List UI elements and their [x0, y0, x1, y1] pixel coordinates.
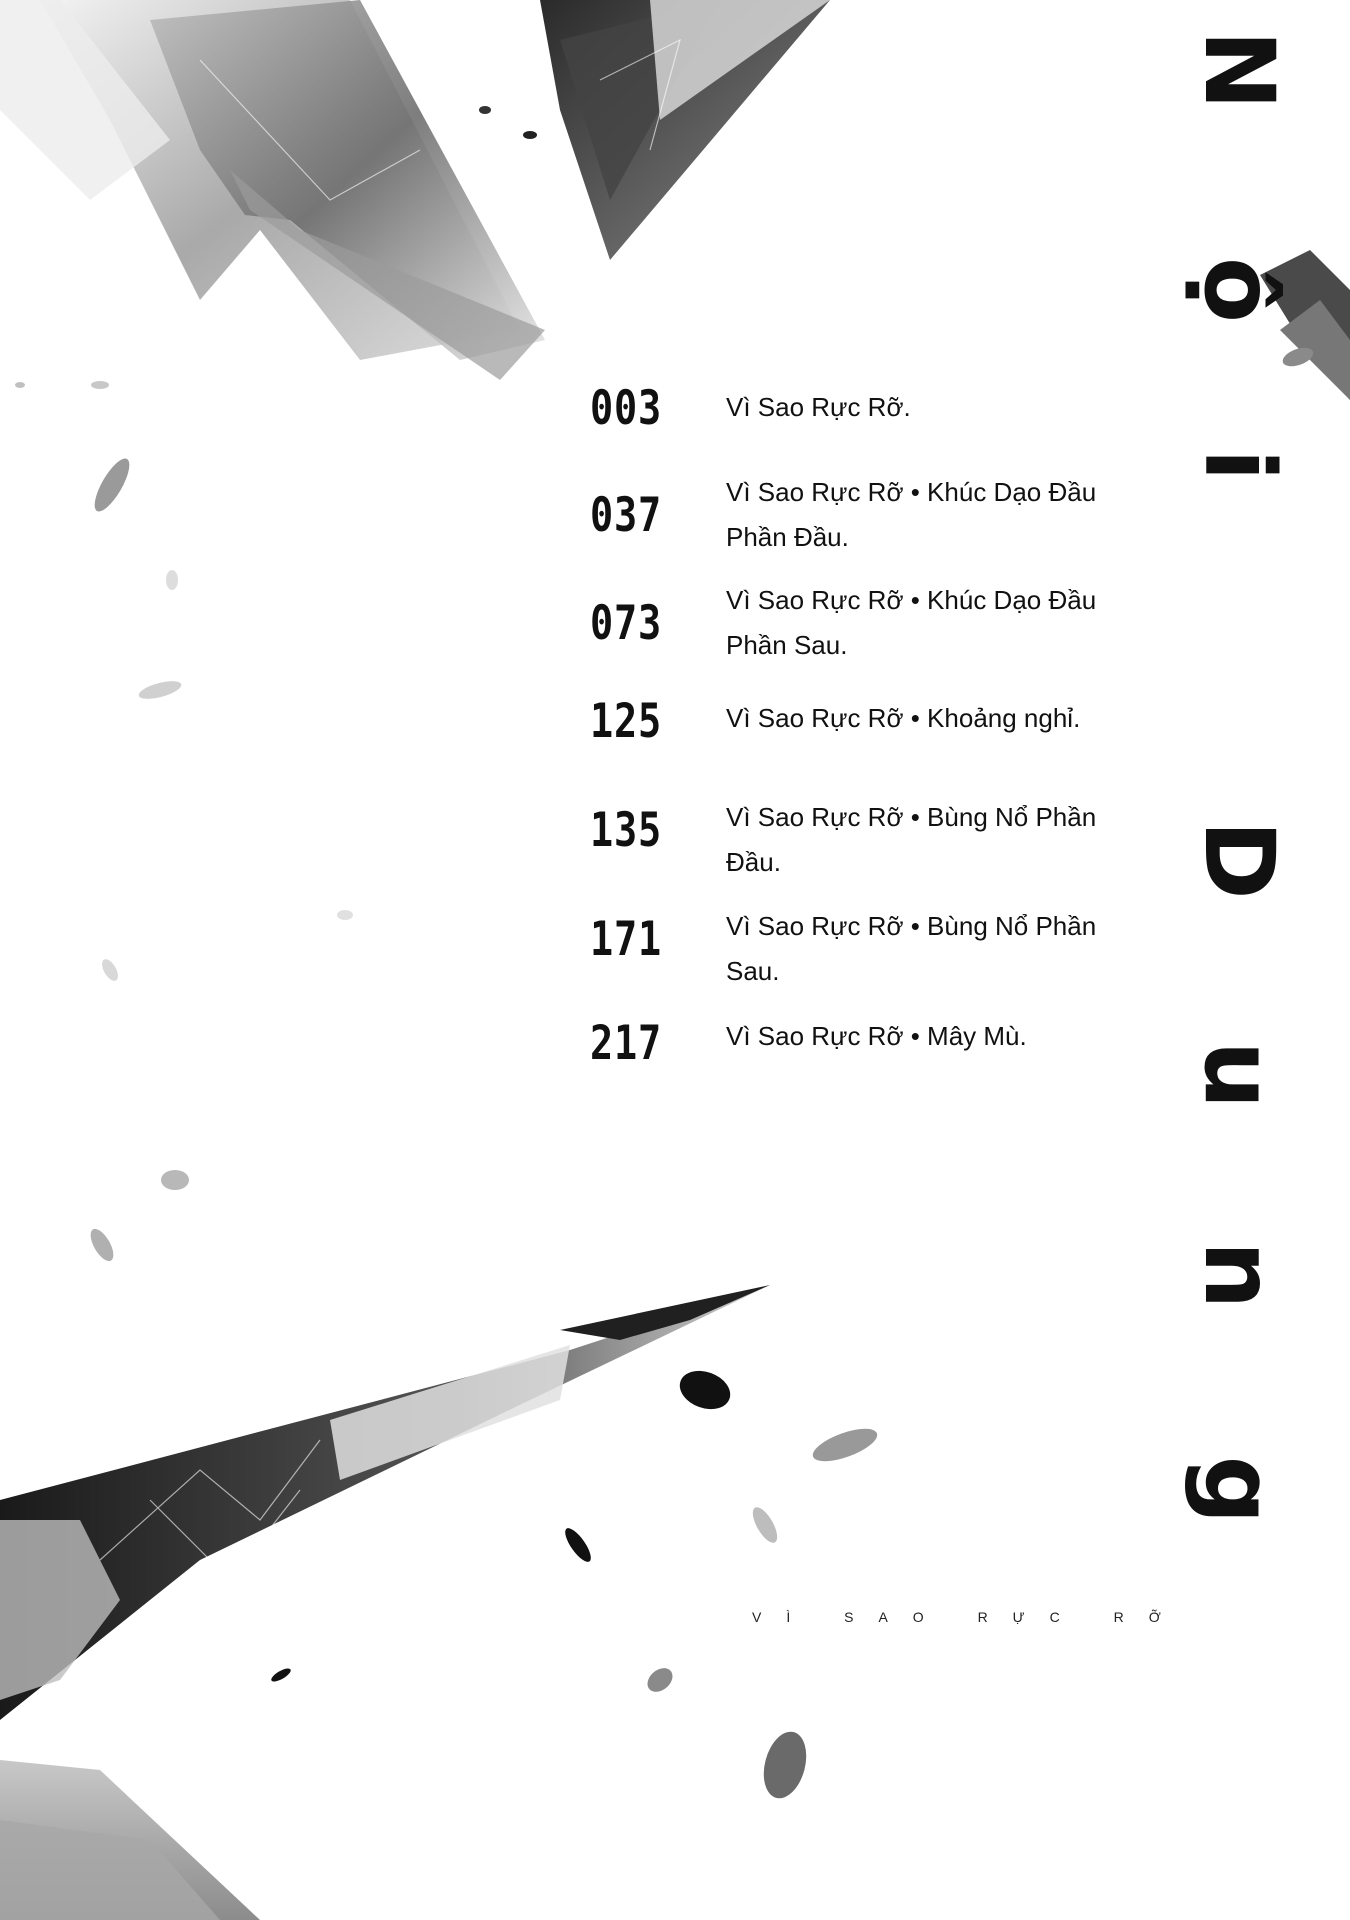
series-caption: VÌ SAO RỰC RỠ [752, 1609, 1186, 1625]
toc-chapter-title: Vì Sao Rực Rỡ • Khúc Dạo Đầu Phần Sau. [726, 585, 1097, 660]
vertical-title-letter: ộ [1183, 257, 1295, 323]
toc-page-number: 125 [590, 694, 663, 749]
vertical-title-letter: u [1183, 1040, 1295, 1110]
toc-chapter-title: Vì Sao Rực Rỡ • Bùng Nổ Phần Sau. [726, 911, 1097, 986]
toc-page-number: 135 [590, 803, 663, 858]
toc-page-number: 037 [590, 488, 663, 543]
glass-shard [0, 1285, 770, 1720]
toc-chapter-title: Vì Sao Rực Rỡ. [726, 392, 911, 422]
shattered-glass-artwork [0, 0, 1350, 1920]
toc-chapter-title: Vì Sao Rực Rỡ • Mây Mù. [726, 1021, 1027, 1051]
vertical-title-letter: n [1183, 1240, 1295, 1310]
toc-page-number: 217 [590, 1016, 663, 1071]
vertical-title-letter: D [1183, 820, 1295, 900]
toc-page-number: 003 [590, 381, 663, 436]
glass-shard [330, 1345, 570, 1480]
contents-page: N ộ i D u n g 003 Vì Sao Rực Rỡ. 037 Vì … [0, 0, 1350, 1920]
toc-chapter-title: Vì Sao Rực Rỡ • Khoảng nghỉ. [726, 703, 1081, 733]
vertical-title-letter: N [1183, 29, 1295, 111]
vertical-title-letter: i [1183, 448, 1295, 482]
toc-chapter-title: Vì Sao Rực Rỡ • Khúc Dạo Đầu Phần Đầu. [726, 477, 1097, 552]
toc-page-number: 171 [590, 912, 663, 967]
vertical-title-letter: g [1183, 1455, 1295, 1525]
toc-page-number: 073 [590, 596, 663, 651]
toc-chapter-title: Vì Sao Rực Rỡ • Bùng Nổ Phần Đầu. [726, 802, 1097, 877]
